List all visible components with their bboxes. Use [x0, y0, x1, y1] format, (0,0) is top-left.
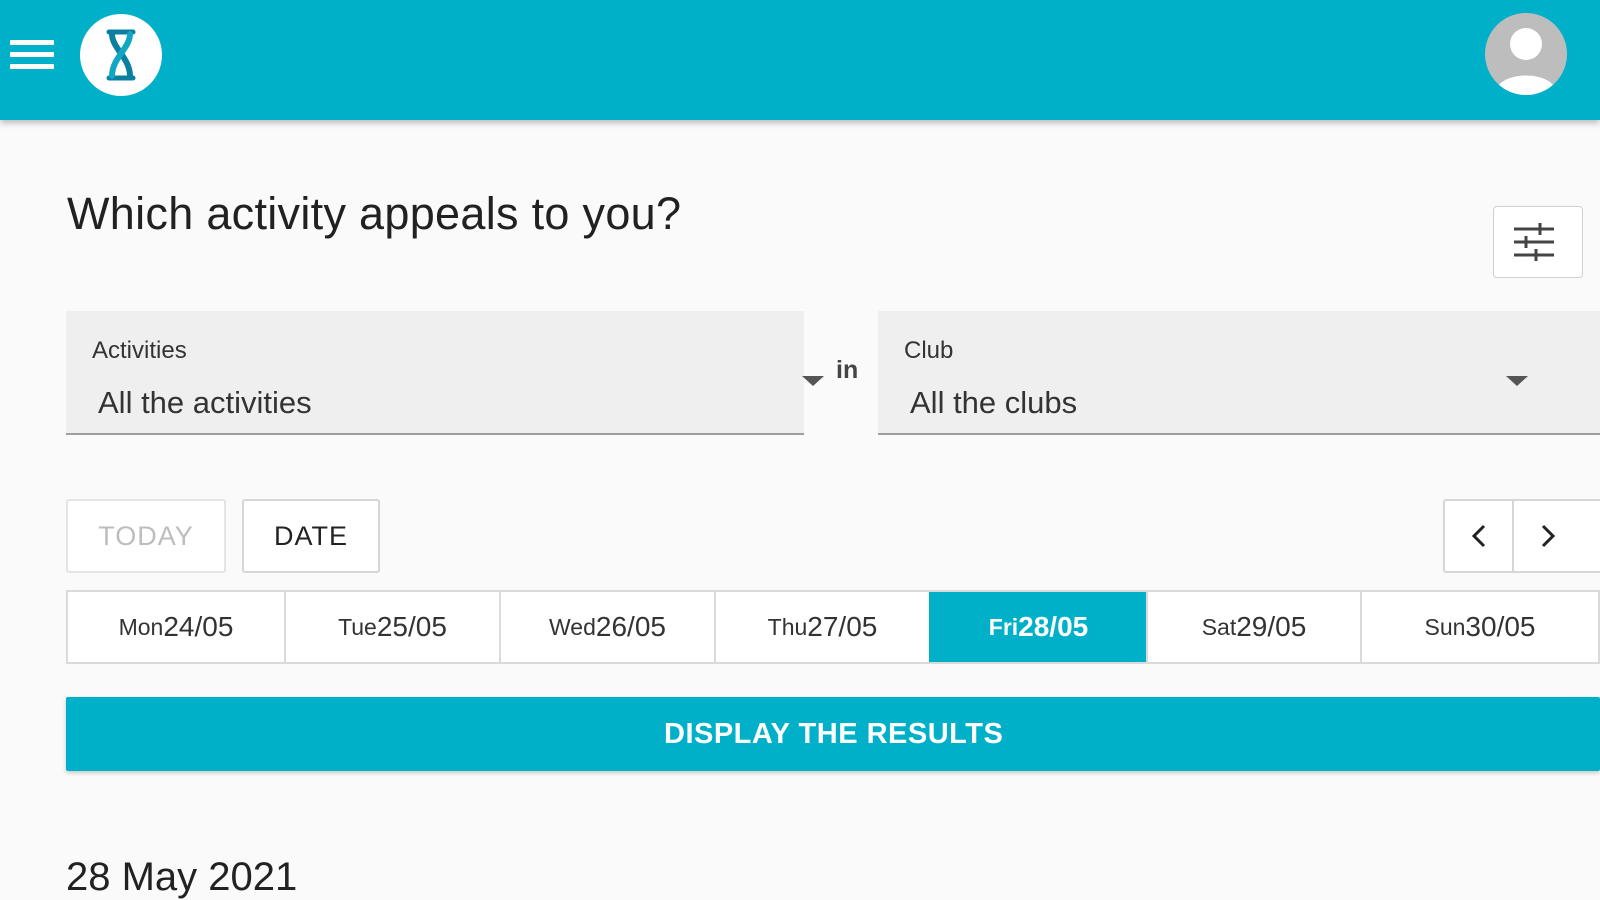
- next-week-button[interactable]: [1512, 501, 1581, 571]
- chevron-left-icon: [1471, 524, 1485, 548]
- results-date-heading: 28 May 2021: [66, 855, 298, 899]
- day-name: Tue: [338, 613, 377, 640]
- caret-down-icon: [1506, 376, 1528, 386]
- day-tab[interactable]: Sat 29/05: [1146, 592, 1360, 662]
- day-date: 28/05: [1018, 611, 1089, 642]
- club-select[interactable]: Club All the clubs: [878, 311, 1600, 435]
- date-button[interactable]: DATE: [242, 499, 380, 573]
- caret-down-icon: [802, 376, 824, 386]
- chevron-right-icon: [1541, 524, 1555, 548]
- week-navigation: [1443, 499, 1600, 573]
- club-value: All the clubs: [910, 385, 1078, 420]
- hourglass-logo-icon[interactable]: [80, 14, 162, 96]
- day-tab[interactable]: Tue 25/05: [284, 592, 499, 662]
- page-title: Which activity appeals to you?: [67, 188, 682, 239]
- day-tab[interactable]: Mon 24/05: [68, 592, 284, 662]
- day-tab[interactable]: Thu 27/05: [714, 592, 929, 662]
- day-name: Mon: [118, 613, 164, 640]
- day-date: 26/05: [595, 611, 666, 642]
- day-tab[interactable]: Wed 26/05: [499, 592, 714, 662]
- day-date: 30/05: [1465, 611, 1536, 642]
- activities-label: Activities: [92, 337, 187, 364]
- day-name: Fri: [988, 613, 1019, 640]
- day-selector: Mon 24/05 Tue 25/05 Wed 26/05 Thu 27/05 Fri 2…: [66, 590, 1600, 664]
- hamburger-menu-icon[interactable]: [10, 40, 54, 72]
- activities-value: All the activities: [98, 385, 312, 420]
- previous-week-button[interactable]: [1445, 501, 1512, 571]
- user-avatar-icon[interactable]: [1485, 13, 1567, 95]
- day-date: 29/05: [1236, 611, 1307, 642]
- club-label: Club: [904, 337, 954, 364]
- day-tab[interactable]: Sun 30/05: [1360, 592, 1598, 662]
- today-button[interactable]: TODAY: [66, 499, 226, 573]
- sliders-icon: [1514, 223, 1554, 261]
- day-date: 25/05: [376, 611, 447, 642]
- day-name: Thu: [767, 613, 808, 640]
- day-name: Sat: [1201, 613, 1237, 640]
- day-name: Wed: [549, 613, 596, 640]
- day-tab-selected[interactable]: Fri 28/05: [929, 592, 1146, 662]
- display-results-button[interactable]: DISPLAY THE RESULTS: [66, 697, 1600, 771]
- activities-select[interactable]: Activities All the activities: [66, 311, 824, 435]
- top-app-bar: [0, 0, 1600, 120]
- day-date: 27/05: [807, 611, 878, 642]
- day-date: 24/05: [163, 611, 234, 642]
- filter-settings-button[interactable]: [1493, 206, 1583, 278]
- day-name: Sun: [1424, 613, 1466, 640]
- in-label: in: [836, 356, 859, 384]
